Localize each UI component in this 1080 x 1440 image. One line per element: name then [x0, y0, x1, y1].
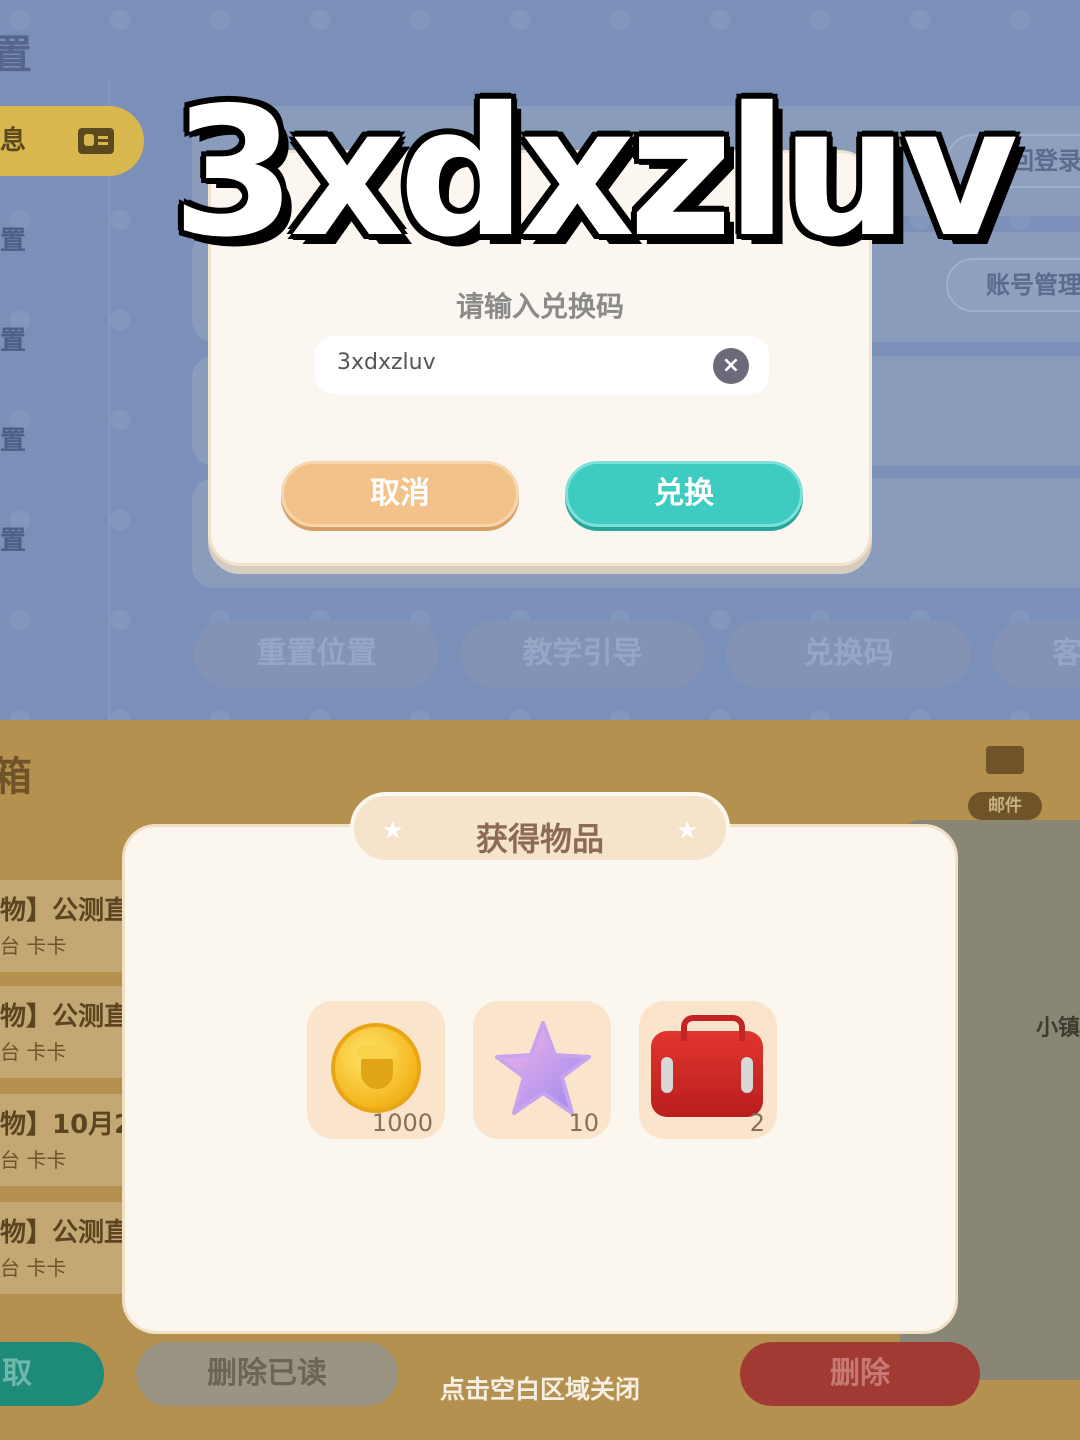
mail-sender: 台 卡卡 — [0, 1256, 67, 1280]
redeem-code-input[interactable]: 3xdxzluv × — [315, 336, 769, 394]
id-card-icon — [78, 128, 114, 154]
item-count: 1000 — [371, 1109, 433, 1137]
sidebar-item-label: 置 — [0, 426, 27, 456]
sidebar-item-label: 置 — [0, 226, 27, 256]
mail-list-item[interactable]: 物】公测直 台 卡卡 — [0, 1202, 130, 1294]
envelope-icon — [986, 746, 1024, 774]
sidebar-item-settings-3[interactable]: 置 — [0, 406, 110, 476]
page-title: 箱 — [0, 754, 32, 800]
redeem-code-button[interactable]: 兑换码 — [726, 620, 971, 688]
sidebar-item-settings-4[interactable]: 置 — [0, 506, 110, 576]
mail-list-item[interactable]: 物】公测直 台 卡卡 — [0, 986, 130, 1078]
reward-header: ★ 获得物品 ★ — [350, 792, 730, 864]
star-decoration-icon: ★ — [676, 816, 698, 844]
tutorial-button[interactable]: 教学引导 — [460, 620, 705, 688]
mail-sender: 台 卡卡 — [0, 934, 67, 958]
mail-subject: 物】公测直 — [0, 896, 131, 926]
mail-tab-label[interactable]: 邮件 — [968, 792, 1042, 820]
cancel-button[interactable]: 取消 — [281, 461, 519, 527]
reward-item-coin: 1000 — [307, 1001, 445, 1139]
sidebar-divider — [108, 80, 110, 720]
sidebar-item-label: 置 — [0, 326, 27, 356]
mail-detail-text: 小镇 — [1036, 1016, 1080, 1041]
reward-dialog: 1000 10 2 — [122, 824, 958, 1334]
close-hint[interactable]: 点击空白区域关闭 — [0, 1370, 1080, 1406]
item-count: 2 — [749, 1109, 765, 1137]
mail-subject: 物】10月2 — [0, 1110, 133, 1140]
item-count: 10 — [568, 1109, 599, 1137]
sidebar-item-label: 息 — [0, 126, 27, 156]
page-title: 置 — [0, 32, 32, 78]
settings-screen: 置 息 置 置 置 置 返回登录 账号管理 重置位置 教学引导 兑换码 客 请输… — [0, 0, 1080, 720]
mail-subject: 物】公测直 — [0, 1002, 131, 1032]
reset-position-button[interactable]: 重置位置 — [194, 620, 439, 688]
exchange-button[interactable]: 兑换 — [565, 461, 803, 527]
mail-list-item[interactable]: 物】公测直 台 卡卡 — [0, 880, 130, 972]
reward-item-toolbox: 2 — [639, 1001, 777, 1139]
reward-item-star: 10 — [473, 1001, 611, 1139]
overlay-caption: 3xdxzluv — [172, 69, 1018, 276]
mail-subject: 物】公测直 — [0, 1218, 131, 1248]
reward-title: 获得物品 — [475, 820, 604, 858]
redeem-prompt: 请输入兑换码 — [455, 290, 624, 323]
sidebar-item-settings-2[interactable]: 置 — [0, 306, 110, 376]
redeem-code-value: 3xdxzluv — [337, 350, 436, 375]
customer-service-button[interactable]: 客 — [992, 620, 1080, 688]
mail-sender: 台 卡卡 — [0, 1148, 67, 1172]
sidebar-item-settings-1[interactable]: 置 — [0, 206, 110, 276]
clear-icon[interactable]: × — [713, 348, 749, 384]
star-icon — [495, 1021, 591, 1115]
mail-screen: 箱 邮件 小镇 物】公测直 台 卡卡 物】公测直 台 卡卡 物】10月2 台 卡… — [0, 720, 1080, 1440]
acorn-coin-icon — [331, 1023, 421, 1113]
sidebar-item-info[interactable]: 息 — [0, 106, 144, 176]
mail-list-item[interactable]: 物】10月2 台 卡卡 — [0, 1094, 133, 1186]
red-toolbox-icon — [651, 1015, 763, 1117]
mail-sender: 台 卡卡 — [0, 1040, 67, 1064]
sidebar-item-label: 置 — [0, 526, 27, 556]
